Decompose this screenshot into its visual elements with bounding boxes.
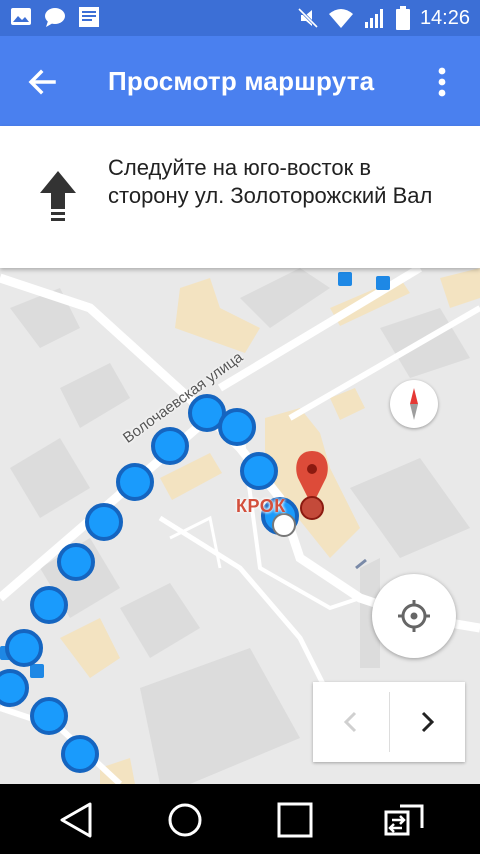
chevron-right-icon [422,711,435,733]
next-step-button[interactable] [390,682,466,762]
my-location-button[interactable] [372,574,456,658]
signal-icon [364,9,383,28]
back-arrow-icon[interactable] [22,62,62,102]
direction-instruction-panel: Следуйте на юго-восток в сторону ул. Зол… [0,126,480,268]
app-bar: Просмотр маршрута [0,36,480,126]
home-icon[interactable] [163,798,207,842]
chevron-left-icon [343,711,356,733]
battery-icon [395,6,410,30]
straight-arrow-icon [40,171,76,221]
compass-icon [410,388,418,420]
mute-icon [297,7,318,29]
page-title: Просмотр маршрута [108,66,375,96]
chat-icon [45,8,65,27]
status-time: 14:26 [419,7,470,29]
news-icon [79,7,99,27]
previous-step-button[interactable] [313,682,389,762]
my-location-icon [398,600,430,632]
compass-button[interactable] [390,380,438,428]
status-bar: 14:26 [0,0,480,36]
place-label: КРОК [236,496,286,516]
more-vert-icon[interactable] [432,64,452,104]
wifi-icon [328,9,353,28]
system-nav-bar [0,784,480,854]
step-navigation [313,682,465,762]
instruction-text: Следуйте на юго-восток в сторону ул. Зол… [108,155,433,208]
back-icon[interactable] [54,798,98,842]
recents-icon[interactable] [273,798,317,842]
map-view[interactable]: Волочаевская улица КРОК [0,268,480,784]
image-icon [11,8,31,25]
switch-icon[interactable] [382,798,426,842]
